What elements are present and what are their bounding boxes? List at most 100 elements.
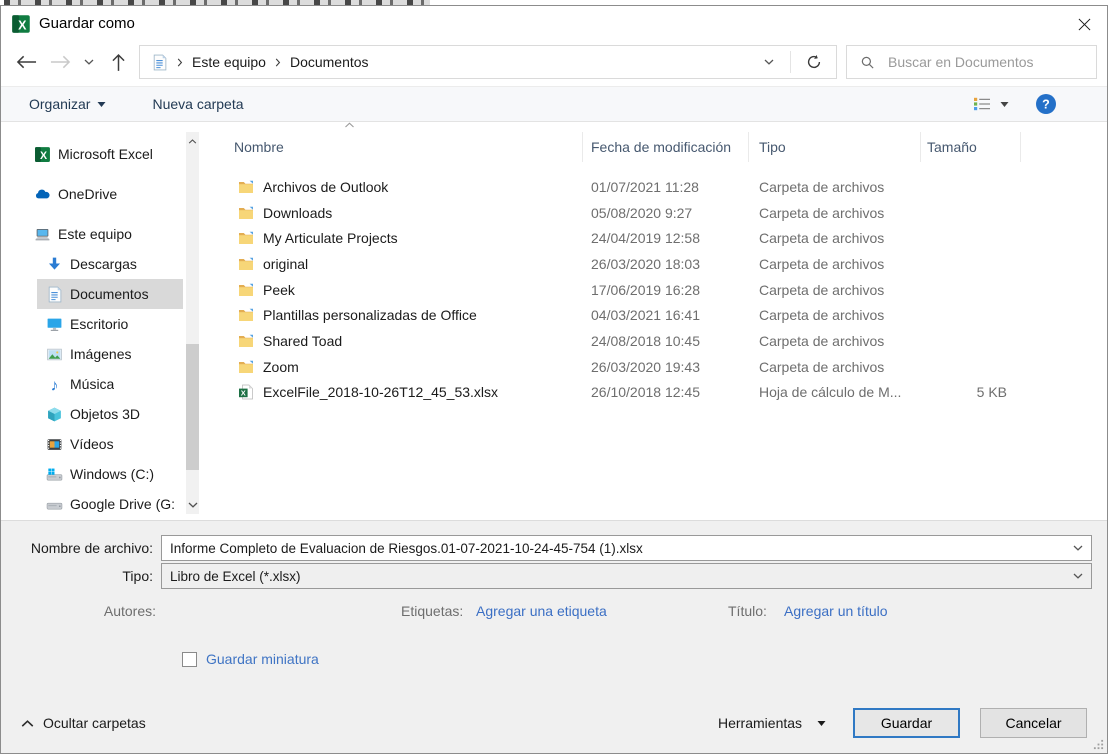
file-row[interactable]: original 26/03/2020 18:03 Carpeta de arc… bbox=[216, 251, 1038, 277]
drive-icon bbox=[46, 496, 63, 513]
file-modified-date: 04/03/2021 16:41 bbox=[583, 307, 749, 323]
file-modified-date: 05/08/2020 9:27 bbox=[583, 205, 749, 221]
organize-button[interactable]: Organizar bbox=[29, 96, 106, 112]
back-icon bbox=[16, 55, 37, 69]
file-type: Carpeta de archivos bbox=[749, 230, 921, 246]
file-row[interactable]: Zoom 26/03/2020 19:43 Carpeta de archivo… bbox=[216, 354, 1038, 380]
column-header-tamano[interactable]: Tamaño bbox=[921, 132, 1021, 162]
scroll-up-icon[interactable] bbox=[186, 134, 199, 148]
sidebar-item-onedrive[interactable]: OneDrive bbox=[25, 179, 183, 209]
close-button[interactable] bbox=[1061, 6, 1107, 42]
save-thumbnail-checkbox[interactable] bbox=[182, 652, 197, 667]
file-row[interactable]: Peek 17/06/2019 16:28 Carpeta de archivo… bbox=[216, 277, 1038, 303]
address-dropdown-button[interactable] bbox=[757, 46, 781, 78]
folder-icon bbox=[238, 230, 254, 246]
folder-icon bbox=[238, 205, 254, 221]
tools-dropdown-button[interactable]: Herramientas bbox=[718, 713, 826, 733]
up-button[interactable] bbox=[105, 44, 131, 80]
filename-label: Nombre de archivo: bbox=[1, 535, 153, 561]
sidebar-item-label: Escritorio bbox=[70, 316, 128, 332]
filename-input[interactable] bbox=[162, 541, 1065, 556]
file-modified-date: 26/03/2020 19:43 bbox=[583, 359, 749, 375]
sidebar-navigation: X Microsoft Excel OneDrive Este equipo D… bbox=[1, 139, 183, 519]
forward-button[interactable] bbox=[45, 44, 75, 80]
file-type: Carpeta de archivos bbox=[749, 359, 921, 375]
command-toolbar: Organizar Nueva carpeta ? bbox=[1, 86, 1107, 122]
column-header-tipo[interactable]: Tipo bbox=[749, 132, 921, 162]
dialog-title: Guardar como bbox=[39, 6, 135, 42]
chevron-down-icon[interactable] bbox=[1065, 545, 1091, 551]
hide-folders-button[interactable]: Ocultar carpetas bbox=[21, 713, 146, 733]
sidebar-item-v-deos[interactable]: Vídeos bbox=[37, 429, 183, 459]
sidebar-item-microsoft-excel[interactable]: X Microsoft Excel bbox=[25, 139, 183, 169]
help-button[interactable]: ? bbox=[1035, 93, 1057, 115]
file-type-label: Tipo: bbox=[1, 563, 153, 589]
back-button[interactable] bbox=[11, 44, 41, 80]
column-header-fecha[interactable]: Fecha de modificación bbox=[583, 132, 749, 162]
address-bar[interactable]: Este equipo Documentos bbox=[139, 45, 837, 79]
caret-down-icon bbox=[97, 102, 106, 107]
sidebar-item-label: OneDrive bbox=[58, 186, 117, 202]
search-input[interactable] bbox=[886, 53, 1096, 71]
folder-icon bbox=[238, 179, 254, 195]
main-area: X Microsoft Excel OneDrive Este equipo D… bbox=[1, 122, 1107, 520]
column-headers: Nombre Fecha de modificación Tipo Tamaño bbox=[216, 132, 1021, 162]
location-document-icon bbox=[151, 54, 168, 70]
file-row[interactable]: Downloads 05/08/2020 9:27 Carpeta de arc… bbox=[216, 200, 1038, 226]
add-tag-link[interactable]: Agregar una etiqueta bbox=[476, 601, 607, 621]
refresh-icon bbox=[806, 54, 822, 70]
scroll-down-icon[interactable] bbox=[186, 498, 199, 512]
file-type: Carpeta de archivos bbox=[749, 333, 921, 349]
sidebar-item-label: Vídeos bbox=[70, 436, 114, 452]
sidebar-item-objetos-3d[interactable]: Objetos 3D bbox=[37, 399, 183, 429]
file-modified-date: 24/08/2018 10:45 bbox=[583, 333, 749, 349]
file-rows: Archivos de Outlook 01/07/2021 11:28 Car… bbox=[216, 174, 1038, 405]
file-modified-date: 26/10/2018 12:45 bbox=[583, 384, 749, 400]
up-icon bbox=[112, 53, 125, 72]
chevron-right-icon bbox=[275, 58, 281, 67]
breadcrumb-documentos[interactable]: Documentos bbox=[290, 54, 369, 70]
scrollbar-thumb[interactable] bbox=[186, 344, 199, 470]
sidebar-item-descargas[interactable]: Descargas bbox=[37, 249, 183, 279]
new-folder-label: Nueva carpeta bbox=[152, 96, 243, 112]
file-name: Downloads bbox=[263, 205, 332, 221]
recent-locations-button[interactable] bbox=[80, 44, 98, 80]
titlebar: X Guardar como bbox=[1, 6, 1107, 42]
file-row[interactable]: X ExcelFile_2018-10-26T12_45_53.xlsx 26/… bbox=[216, 380, 1038, 406]
sidebar-scrollbar[interactable] bbox=[186, 132, 199, 514]
chevron-down-icon bbox=[84, 59, 94, 65]
download-icon bbox=[46, 256, 63, 273]
file-list: Nombre Fecha de modificación Tipo Tamaño… bbox=[216, 122, 1038, 520]
new-folder-button[interactable]: Nueva carpeta bbox=[152, 96, 243, 112]
file-row[interactable]: Archivos de Outlook 01/07/2021 11:28 Car… bbox=[216, 174, 1038, 200]
sidebar-item-escritorio[interactable]: Escritorio bbox=[37, 309, 183, 339]
save-button[interactable]: Guardar bbox=[853, 708, 960, 738]
excel-icon: X bbox=[34, 146, 51, 163]
change-view-button[interactable] bbox=[973, 97, 1009, 111]
sidebar-item-m-sica[interactable]: ♪ Música bbox=[37, 369, 183, 399]
sidebar-item-label: Microsoft Excel bbox=[58, 146, 153, 162]
computer-icon bbox=[34, 226, 51, 243]
file-row[interactable]: Shared Toad 24/08/2018 10:45 Carpeta de … bbox=[216, 328, 1038, 354]
search-box bbox=[846, 45, 1097, 79]
sidebar-item-windows-c[interactable]: Windows (C:) bbox=[37, 459, 183, 489]
file-row[interactable]: My Articulate Projects 24/04/2019 12:58 … bbox=[216, 225, 1038, 251]
sidebar-item-google-drive-g[interactable]: Google Drive (G: bbox=[37, 489, 183, 519]
sidebar-item-im-genes[interactable]: Imágenes bbox=[37, 339, 183, 369]
file-type-value: Libro de Excel (*.xlsx) bbox=[162, 569, 1065, 584]
search-icon bbox=[860, 55, 875, 70]
resize-grip[interactable] bbox=[1093, 739, 1104, 750]
add-title-link[interactable]: Agregar un título bbox=[784, 601, 888, 621]
svg-text:?: ? bbox=[1042, 98, 1050, 112]
refresh-button[interactable] bbox=[792, 46, 836, 78]
file-name: Plantillas personalizadas de Office bbox=[263, 307, 477, 323]
save-thumbnail-label[interactable]: Guardar miniatura bbox=[206, 651, 319, 667]
sidebar-item-documentos[interactable]: Documentos bbox=[37, 279, 183, 309]
column-header-nombre[interactable]: Nombre bbox=[216, 132, 583, 162]
file-row[interactable]: Plantillas personalizadas de Office 04/0… bbox=[216, 302, 1038, 328]
file-type-select[interactable]: Libro de Excel (*.xlsx) bbox=[161, 563, 1092, 589]
breadcrumb-este-equipo[interactable]: Este equipo bbox=[192, 54, 266, 70]
caret-down-icon bbox=[817, 721, 826, 726]
sidebar-item-este-equipo[interactable]: Este equipo bbox=[25, 219, 183, 249]
cancel-button[interactable]: Cancelar bbox=[980, 708, 1087, 738]
